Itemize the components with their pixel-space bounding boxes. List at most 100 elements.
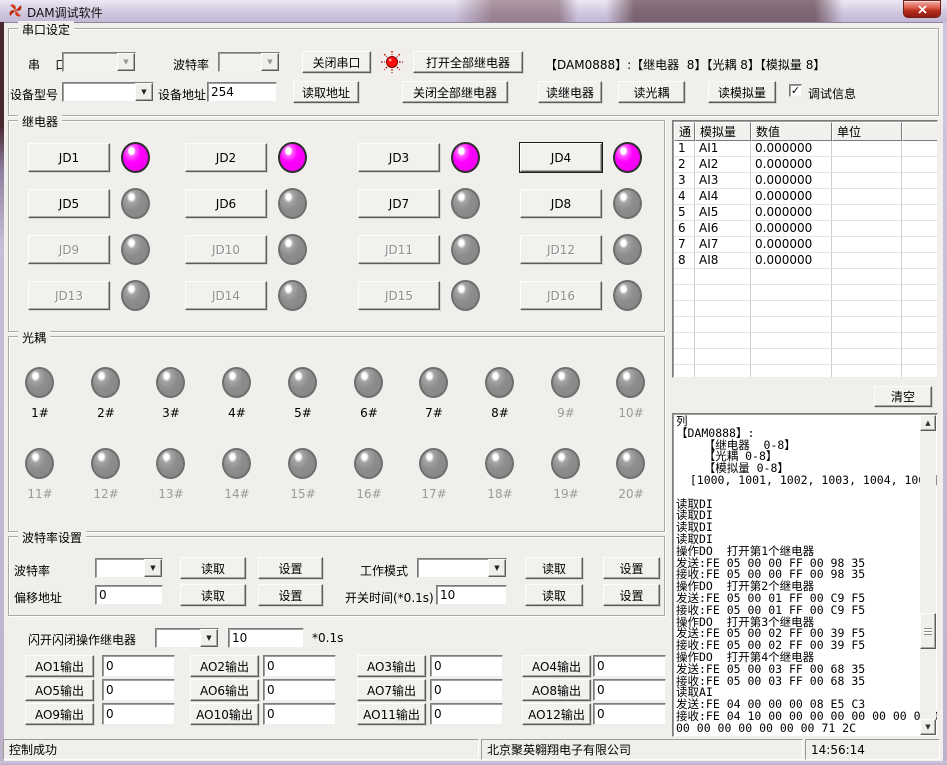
ao-button-ao9[interactable]: AO9输出 xyxy=(25,703,94,725)
chevron-down-icon[interactable]: ▼ xyxy=(117,53,135,71)
ao-button-ao1[interactable]: AO1输出 xyxy=(25,655,94,677)
switch-time-read-button[interactable]: 读取 xyxy=(525,584,583,606)
ao-value-input-4[interactable] xyxy=(593,655,666,677)
debug-info-checkbox[interactable]: ✓ xyxy=(789,84,802,97)
ao-button-ao10[interactable]: AO10输出 xyxy=(190,703,259,725)
relay-button-jd14[interactable]: JD14 xyxy=(185,281,267,310)
opto-light-6 xyxy=(354,367,383,398)
table-row-empty xyxy=(674,365,936,378)
work-mode-set-button[interactable]: 设置 xyxy=(603,557,660,579)
scrollbar-thumb[interactable] xyxy=(920,613,936,649)
close-all-relays-button[interactable]: 关闭全部继电器 xyxy=(402,81,508,103)
relay-button-jd15[interactable]: JD15 xyxy=(358,281,440,310)
baud-combo[interactable]: 9600 ▼ xyxy=(218,52,280,72)
relay-button-jd7[interactable]: JD7 xyxy=(358,189,440,218)
ao-button-ao6[interactable]: AO6输出 xyxy=(190,679,259,701)
analog-col-header-4[interactable] xyxy=(902,122,938,141)
table-cell xyxy=(695,269,751,285)
table-row[interactable]: 8AI80.000000 xyxy=(674,253,936,269)
baudrate-read-button[interactable]: 读取 xyxy=(180,557,246,579)
table-row[interactable]: 2AI20.000000 xyxy=(674,157,936,173)
log-textarea[interactable]: 列 【DAM0888】: 【继电器 0-8】 【光耦 0-8】 【模拟量 0-8… xyxy=(672,413,938,737)
ao-value-input-8[interactable] xyxy=(593,679,666,701)
model-combo[interactable]: DAM0888 ▼ xyxy=(62,82,154,102)
read-addr-button[interactable]: 读取地址 xyxy=(293,81,359,103)
open-all-relays-button[interactable]: 打开全部继电器 xyxy=(413,51,523,73)
analog-table-body: 1AI10.0000002AI20.0000003AI30.0000004AI4… xyxy=(674,141,936,376)
ao-value-input-5[interactable] xyxy=(102,679,175,701)
close-button[interactable] xyxy=(903,0,941,18)
table-row[interactable]: 4AI40.000000 xyxy=(674,189,936,205)
ao-button-ao2[interactable]: AO2输出 xyxy=(190,655,259,677)
read-relay-button[interactable]: 读继电器 xyxy=(538,81,602,103)
flash-mode-combo[interactable]: 手动模式 ▼ xyxy=(155,628,219,648)
read-analog-button[interactable]: 读模拟量 xyxy=(708,81,776,103)
relay-button-jd12[interactable]: JD12 xyxy=(520,235,602,264)
relay-button-jd9[interactable]: JD9 xyxy=(28,235,110,264)
table-row[interactable]: 7AI70.000000 xyxy=(674,237,936,253)
relay-button-jd3[interactable]: JD3 xyxy=(358,143,440,172)
table-row[interactable]: 1AI10.000000 xyxy=(674,141,936,157)
relay-button-jd6[interactable]: JD6 xyxy=(185,189,267,218)
clear-log-button[interactable]: 清空 xyxy=(874,386,932,407)
relay-button-jd1[interactable]: JD1 xyxy=(28,143,110,172)
ao-button-ao11[interactable]: AO11输出 xyxy=(357,703,426,725)
analog-col-header-2[interactable]: 数值 xyxy=(751,122,832,141)
chevron-down-icon[interactable]: ▼ xyxy=(488,559,506,577)
ao-value-input-3[interactable] xyxy=(430,655,503,677)
scroll-down-icon[interactable]: ▼ xyxy=(920,719,936,735)
port-combo[interactable]: COM5 ▼ xyxy=(62,52,136,72)
ao-button-ao3[interactable]: AO3输出 xyxy=(357,655,426,677)
title-bar: DAM调试软件 xyxy=(0,0,947,22)
ao-value-input-9[interactable] xyxy=(102,703,175,725)
work-mode-read-button[interactable]: 读取 xyxy=(525,557,583,579)
ao-value-input-6[interactable] xyxy=(263,679,336,701)
offset-set-button[interactable]: 设置 xyxy=(258,584,323,606)
analog-col-header-0[interactable]: 通 xyxy=(674,122,695,141)
table-row[interactable]: 6AI60.000000 xyxy=(674,221,936,237)
table-cell xyxy=(832,157,902,173)
ao-value-input-7[interactable] xyxy=(430,679,503,701)
scroll-up-icon[interactable]: ▲ xyxy=(920,415,936,431)
relay-button-jd11[interactable]: JD11 xyxy=(358,235,440,264)
switch-time-input[interactable] xyxy=(436,585,507,605)
ao-button-ao5[interactable]: AO5输出 xyxy=(25,679,94,701)
device-addr-input[interactable] xyxy=(207,82,277,102)
analog-col-header-1[interactable]: 模拟量 xyxy=(695,122,751,141)
ao-value-input-10[interactable] xyxy=(263,703,336,725)
relay-button-jd8[interactable]: JD8 xyxy=(520,189,602,218)
switch-time-set-button[interactable]: 设置 xyxy=(603,584,660,606)
ao-button-ao7[interactable]: AO7输出 xyxy=(357,679,426,701)
relay-button-jd5[interactable]: JD5 xyxy=(28,189,110,218)
analog-col-header-3[interactable]: 单位 xyxy=(832,122,902,141)
ao-button-ao4[interactable]: AO4输出 xyxy=(522,655,591,677)
chevron-down-icon[interactable]: ▼ xyxy=(261,53,279,71)
ao-value-input-11[interactable] xyxy=(430,703,503,725)
relay-button-jd10[interactable]: JD10 xyxy=(185,235,267,264)
relay-button-jd2[interactable]: JD2 xyxy=(185,143,267,172)
ao-value-input-1[interactable] xyxy=(102,655,175,677)
relay-button-jd13[interactable]: JD13 xyxy=(28,281,110,310)
baudrate-set-button[interactable]: 设置 xyxy=(258,557,323,579)
ao-button-ao12[interactable]: AO12输出 xyxy=(522,703,591,725)
log-scrollbar[interactable]: ▲ ▼ xyxy=(920,415,936,735)
chevron-down-icon[interactable]: ▼ xyxy=(135,83,153,101)
work-mode-combo[interactable]: 正常模式 ▼ xyxy=(417,558,507,578)
table-row[interactable]: 3AI30.000000 xyxy=(674,173,936,189)
baudrate-combo[interactable]: 默认 ▼ xyxy=(95,558,163,578)
table-cell xyxy=(674,349,695,365)
offset-read-button[interactable]: 读取 xyxy=(180,584,246,606)
read-opto-button[interactable]: 读光耦 xyxy=(618,81,685,103)
relay-light-jd8 xyxy=(613,188,642,219)
chevron-down-icon[interactable]: ▼ xyxy=(200,629,218,647)
ao-value-input-2[interactable] xyxy=(263,655,336,677)
table-row[interactable]: 5AI50.000000 xyxy=(674,205,936,221)
relay-button-jd4[interactable]: JD4 xyxy=(520,143,602,172)
chevron-down-icon[interactable]: ▼ xyxy=(144,559,162,577)
ao-button-ao8[interactable]: AO8输出 xyxy=(522,679,591,701)
close-port-button[interactable]: 关闭串口 xyxy=(302,51,371,73)
relay-button-jd16[interactable]: JD16 xyxy=(520,281,602,310)
ao-value-input-12[interactable] xyxy=(593,703,666,725)
offset-addr-input[interactable] xyxy=(95,585,163,605)
flash-time-input[interactable] xyxy=(228,628,304,648)
